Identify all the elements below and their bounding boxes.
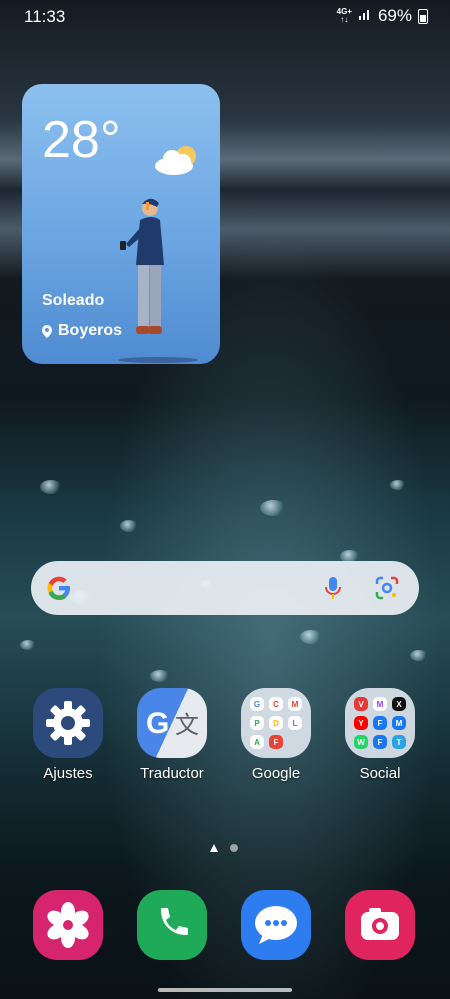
dock-messages[interactable] <box>231 890 321 960</box>
dock-camera[interactable] <box>335 890 425 960</box>
folder-icon: V M X Y F M W F T <box>345 688 415 758</box>
app-label: Google <box>251 765 301 782</box>
facebook-lite-icon: F <box>373 735 387 749</box>
person-illustration <box>118 198 198 363</box>
status-bar: 11:33 4G+ ↑↓ 69% <box>0 0 450 34</box>
weather-widget[interactable]: 28° Soleado Boyeros <box>22 84 220 364</box>
signal-icon <box>358 6 372 26</box>
vivaldi-icon: V <box>354 697 368 711</box>
maps-icon: P <box>250 716 264 730</box>
app-folder-social[interactable]: V M X Y F M W F T Social <box>335 688 425 782</box>
messages-app-icon: M <box>392 716 406 730</box>
photos-icon: A <box>250 735 264 749</box>
telegram-icon: T <box>392 735 406 749</box>
drive-icon: D <box>269 716 283 730</box>
page-indicator[interactable] <box>210 844 238 852</box>
folder-icon: G C M P D L A F S <box>241 688 311 758</box>
gmail-icon: M <box>288 697 302 711</box>
facebook-icon: F <box>373 716 387 730</box>
page-dot <box>230 844 238 852</box>
gesture-navigation-bar[interactable] <box>158 988 292 992</box>
partly-cloudy-icon <box>155 146 196 175</box>
app-traductor[interactable]: G 文 Traductor <box>127 688 217 782</box>
chrome-icon: C <box>269 697 283 711</box>
app-folder-google[interactable]: G C M P D L A F S Google <box>231 688 321 782</box>
svg-text:文: 文 <box>175 711 199 739</box>
google-logo-icon <box>47 576 70 600</box>
messages-icon <box>241 890 311 960</box>
google-search-bar[interactable] <box>31 561 419 615</box>
weather-condition: Soleado <box>42 292 105 309</box>
app-label: Traductor <box>140 765 204 782</box>
microphone-icon[interactable] <box>321 575 345 601</box>
weather-temperature: 28° <box>42 111 121 169</box>
location-pin-icon <box>42 324 52 338</box>
youtube-icon: Y <box>354 716 368 730</box>
camera-icon <box>345 890 415 960</box>
google-app-icon: G <box>250 697 264 711</box>
battery-icon <box>418 8 428 24</box>
x-icon: X <box>392 697 406 711</box>
dock-gallery[interactable] <box>23 890 113 960</box>
app-label: Ajustes <box>43 765 93 782</box>
app-label: Social <box>359 765 401 782</box>
google-lens-icon[interactable] <box>374 575 400 601</box>
svg-text:G: G <box>146 707 169 740</box>
messenger-icon: M <box>373 697 387 711</box>
home-page-icon <box>210 844 218 852</box>
app-ajustes[interactable]: Ajustes <box>23 688 113 782</box>
translate-icon: G 文 <box>137 688 207 758</box>
dock-phone[interactable] <box>127 890 217 960</box>
status-time: 11:33 <box>24 7 66 26</box>
phone-icon <box>137 890 207 960</box>
gear-icon <box>33 688 103 758</box>
weather-location: Boyeros <box>42 322 122 340</box>
network-indicator: 4G+ ↑↓ <box>336 7 352 24</box>
meet-icon: L <box>288 716 302 730</box>
gallery-icon <box>33 890 103 960</box>
battery-percent: 69% <box>377 6 412 25</box>
play-store-icon: F <box>269 735 283 749</box>
whatsapp-icon: W <box>354 735 368 749</box>
